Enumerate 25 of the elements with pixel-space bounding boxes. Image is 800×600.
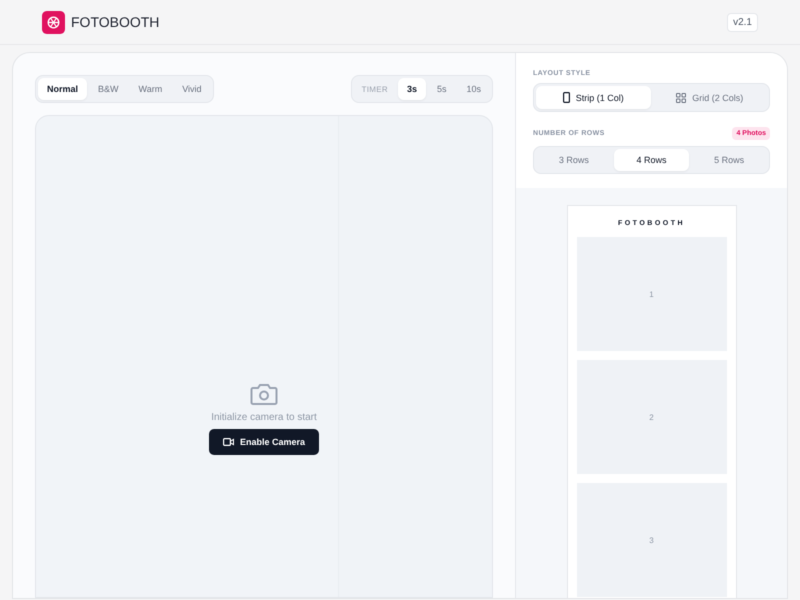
- grid-icon: [676, 92, 686, 102]
- layout-option[interactable]: Grid (2 Cols): [652, 86, 767, 108]
- timer-option[interactable]: 10s: [457, 78, 490, 100]
- slot-number: 2: [649, 412, 654, 422]
- version-badge: v2.1: [727, 12, 758, 32]
- slot-number: 1: [649, 290, 654, 298]
- timer-option[interactable]: 3s: [398, 78, 426, 100]
- logo-icon: [42, 10, 65, 34]
- filter-tab[interactable]: Vivid: [173, 78, 211, 100]
- camera-icon: [250, 382, 278, 406]
- rows-option[interactable]: 3 Rows: [536, 149, 612, 171]
- video-icon: [222, 438, 234, 446]
- phone-icon: [562, 92, 570, 103]
- filter-tab[interactable]: Warm: [130, 78, 172, 100]
- slot-number: 3: [649, 536, 654, 544]
- timer-label: TIMER: [360, 84, 389, 94]
- rows-option[interactable]: 5 Rows: [691, 149, 768, 171]
- layout-option[interactable]: Strip (1 Col): [536, 86, 650, 109]
- enable-camera-button[interactable]: Enable Camera: [208, 429, 320, 455]
- rows-option[interactable]: 4 Rows: [614, 149, 690, 171]
- filter-tab[interactable]: B&W: [89, 78, 128, 100]
- app-title: FOTOBOOTH: [71, 14, 160, 30]
- timer-option[interactable]: 5s: [428, 78, 456, 100]
- filter-tab[interactable]: Normal: [38, 78, 88, 100]
- camera-message: Initialize camera to start: [211, 412, 317, 423]
